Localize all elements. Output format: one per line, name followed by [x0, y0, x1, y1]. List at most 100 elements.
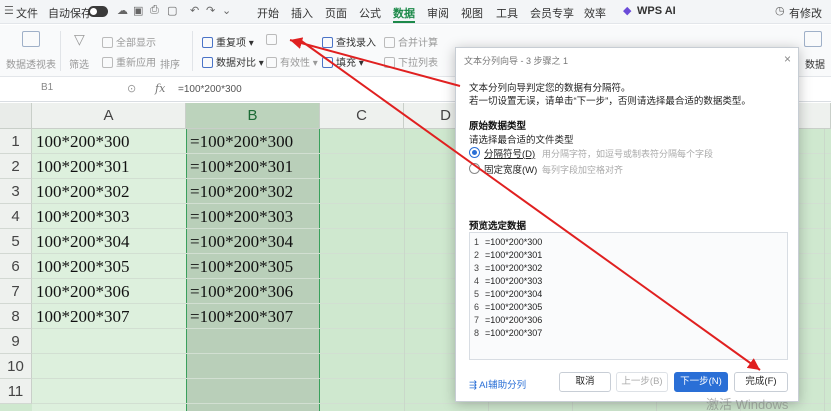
- close-icon[interactable]: ×: [784, 52, 791, 66]
- cell-a4[interactable]: 100*200*303: [36, 204, 130, 229]
- radio-delimited[interactable]: [469, 147, 480, 158]
- redo-icon[interactable]: ↷: [206, 4, 215, 17]
- tab-view[interactable]: 视图: [461, 5, 483, 21]
- menu-file[interactable]: 文件: [16, 5, 38, 21]
- reapply-button[interactable]: 重新应用: [102, 54, 156, 69]
- cell-a8[interactable]: 100*200*307: [36, 304, 130, 329]
- zoom-icon[interactable]: ⊙: [127, 82, 136, 95]
- row-header[interactable]: 10: [0, 354, 32, 379]
- dialog-title: 文本分列向导 - 3 步骤之 1: [464, 56, 569, 66]
- cell-a1[interactable]: 100*200*300: [36, 129, 130, 154]
- tab-formula[interactable]: 公式: [359, 5, 381, 21]
- merge-calc-button[interactable]: 合并计算: [384, 34, 438, 49]
- option-fixed-hint: 每列字段加空格对齐: [542, 165, 624, 175]
- cell-b6[interactable]: =100*200*305: [190, 254, 293, 279]
- preview-line-text: =100*200*302: [485, 263, 543, 273]
- preview-line: 8 =100*200*307: [474, 328, 542, 338]
- row-header[interactable]: 1: [0, 129, 32, 154]
- preview-label: 预览选定数据: [469, 221, 527, 232]
- name-box[interactable]: B1: [28, 82, 114, 98]
- tab-tools[interactable]: 工具: [496, 5, 518, 21]
- ai-split-button[interactable]: ⇶ AI辅助分列: [469, 377, 526, 391]
- cell-b5[interactable]: =100*200*304: [190, 229, 293, 254]
- tab-member[interactable]: 会员专享: [530, 5, 574, 21]
- tab-insert[interactable]: 插入: [291, 5, 313, 21]
- row-header[interactable]: 2: [0, 154, 32, 179]
- activation-watermark: 激活 Windows: [706, 397, 789, 411]
- validity-button[interactable]: 有效性 ▾: [266, 54, 318, 69]
- fill-button[interactable]: 填充 ▾: [322, 54, 364, 69]
- preview-line-text: =100*200*303: [485, 276, 543, 286]
- option-fixed-label[interactable]: 固定宽度(W): [484, 162, 537, 176]
- cell-a3[interactable]: 100*200*302: [36, 179, 130, 204]
- radio-fixed-width[interactable]: [469, 163, 480, 174]
- column-header-c[interactable]: C: [320, 103, 404, 129]
- show-all-icon: [102, 37, 113, 48]
- cell-b1[interactable]: =100*200*300: [190, 129, 293, 154]
- row-header[interactable]: 3: [0, 179, 32, 204]
- cell-a2[interactable]: 100*200*301: [36, 154, 130, 179]
- undo-icon[interactable]: ↶: [190, 4, 199, 17]
- fx-icon[interactable]: fx: [155, 82, 165, 95]
- sort-button[interactable]: 排序: [160, 56, 180, 71]
- select-all-corner[interactable]: [0, 103, 32, 129]
- row-header[interactable]: 7: [0, 279, 32, 304]
- cell-a7[interactable]: 100*200*306: [36, 279, 130, 304]
- formula-input[interactable]: =100*200*300: [178, 84, 242, 95]
- autosave-label: 自动保存: [48, 8, 92, 20]
- cloud-icon[interactable]: ☁: [117, 4, 128, 17]
- print-icon[interactable]: ⎙: [150, 4, 159, 17]
- wps-ai-button[interactable]: WPS AI: [637, 5, 676, 17]
- duplicates-button[interactable]: 重复项 ▾: [202, 34, 254, 49]
- split-icon-button[interactable]: [266, 34, 280, 46]
- pivot-table-button[interactable]: 数据透视表: [6, 56, 56, 71]
- previous-step-button[interactable]: 上一步(B): [616, 372, 668, 392]
- duplicates-icon: [202, 37, 213, 48]
- preview-line: 7 =100*200*306: [474, 315, 542, 325]
- cell-b7[interactable]: =100*200*306: [190, 279, 293, 304]
- validity-icon: [266, 57, 277, 68]
- cell-b2[interactable]: =100*200*301: [190, 154, 293, 179]
- column-header-a[interactable]: A: [32, 103, 186, 129]
- cell-a5[interactable]: 100*200*304: [36, 229, 130, 254]
- preview-line-text: =100*200*300: [485, 237, 543, 247]
- menu-icon[interactable]: ☰: [4, 4, 14, 17]
- row-header[interactable]: 9: [0, 329, 32, 354]
- row-header[interactable]: 8: [0, 304, 32, 329]
- dropdown-list-button[interactable]: 下拉列表: [384, 54, 438, 69]
- tab-efficiency[interactable]: 效率: [584, 5, 606, 21]
- cell-b4[interactable]: =100*200*303: [190, 204, 293, 229]
- show-all-button[interactable]: 全部显示: [102, 34, 156, 49]
- preview-box[interactable]: 1 =100*200*300 2 =100*200*301 3 =100*200*302 4…: [469, 232, 788, 360]
- next-step-button[interactable]: 下一步(N): [674, 372, 728, 392]
- data-button[interactable]: 数据: [805, 56, 825, 71]
- cell-a6[interactable]: 100*200*305: [36, 254, 130, 279]
- cancel-button[interactable]: 取消: [559, 372, 611, 392]
- choose-type-label: 请选择最合适的文件类型: [469, 135, 574, 146]
- cell-b3[interactable]: =100*200*302: [190, 179, 293, 204]
- tab-data[interactable]: 数据: [393, 5, 415, 21]
- cell-b8[interactable]: =100*200*307: [190, 304, 293, 329]
- preview-line-number: 7: [474, 315, 480, 325]
- tab-page[interactable]: 页面: [325, 5, 347, 21]
- save-icon[interactable]: ▣: [133, 4, 143, 17]
- column-header-b[interactable]: B: [186, 103, 320, 129]
- column-gridline: [824, 129, 825, 411]
- autosave-toggle[interactable]: [88, 6, 108, 17]
- option-delimited-label[interactable]: 分隔符号(D): [484, 146, 535, 160]
- preview-line-number: 8: [474, 328, 480, 338]
- finish-button[interactable]: 完成(F): [734, 372, 788, 392]
- row-header[interactable]: 6: [0, 254, 32, 279]
- tab-review[interactable]: 审阅: [427, 5, 449, 21]
- lookup-entry-button[interactable]: 查找录入: [322, 34, 376, 49]
- row-header[interactable]: 4: [0, 204, 32, 229]
- collab-status[interactable]: 有修改: [789, 5, 822, 21]
- row-header[interactable]: 11: [0, 379, 32, 404]
- preview-icon[interactable]: ▢: [167, 4, 177, 17]
- dropdown-list-icon: [384, 57, 395, 68]
- row-header[interactable]: 5: [0, 229, 32, 254]
- data-compare-button[interactable]: 数据对比 ▾: [202, 54, 264, 69]
- filter-button[interactable]: 筛选: [69, 56, 89, 71]
- tab-home[interactable]: 开始: [257, 5, 279, 21]
- more-icon[interactable]: ⌄: [222, 4, 231, 17]
